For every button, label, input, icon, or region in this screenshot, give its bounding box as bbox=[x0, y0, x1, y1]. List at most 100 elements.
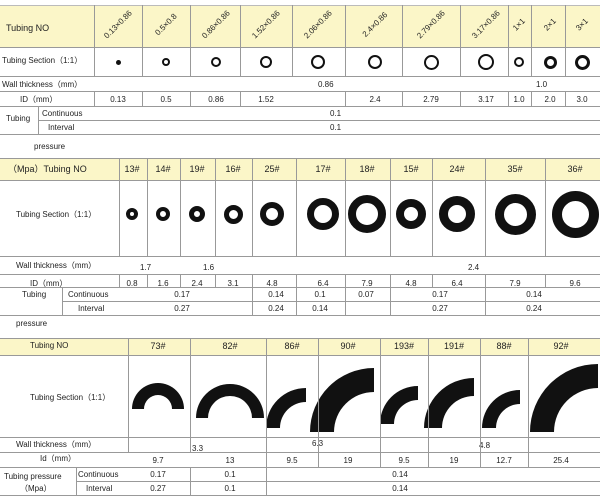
t3-id-6: 12.7 bbox=[496, 456, 512, 465]
t2-header-label: （Mpa）Tubing NO bbox=[8, 164, 87, 174]
t1-tube-section-7 bbox=[478, 54, 494, 70]
t3-no-6: 88# bbox=[496, 341, 512, 351]
t1-tube-section-3 bbox=[260, 56, 272, 68]
t1-interval-value: 0.1 bbox=[330, 123, 342, 132]
t2-cont-1: 0.14 bbox=[268, 290, 284, 299]
t3-wall-label: Wall thickness（mm） bbox=[16, 440, 97, 449]
t1-wall-label: Wall thickness（mm） bbox=[2, 80, 83, 89]
t2-tube-section-6 bbox=[348, 195, 386, 233]
t2-wall-value-b: 1.6 bbox=[203, 263, 215, 272]
t2-tube-section-7 bbox=[396, 199, 426, 229]
t3-no-2: 86# bbox=[284, 341, 300, 351]
t2-int-0: 0.27 bbox=[174, 304, 190, 313]
t2-continuous-label: Continuous bbox=[68, 290, 109, 299]
t2-int-1: 0.24 bbox=[268, 304, 284, 313]
t1-tube-section-0 bbox=[115, 59, 121, 65]
t2-tube-section-4 bbox=[260, 202, 284, 226]
t3-id-1: 13 bbox=[225, 456, 235, 465]
t2-no-10: 36# bbox=[567, 164, 583, 174]
t3-no-1: 82# bbox=[222, 341, 238, 351]
t3-arc-193 bbox=[380, 386, 418, 424]
t3-no-7: 92# bbox=[553, 341, 569, 351]
t2-cont-5: 0.14 bbox=[526, 290, 542, 299]
t3-arc-88 bbox=[482, 390, 520, 428]
t3-arc-82 bbox=[196, 384, 264, 418]
t3-no-0: 73# bbox=[150, 341, 166, 351]
t2-int-4: 0.24 bbox=[526, 304, 542, 313]
t2-wall-value-c: 2.4 bbox=[468, 263, 480, 272]
t1-id-5: 2.4 bbox=[369, 95, 381, 104]
t1-continuous-value: 0.1 bbox=[330, 109, 342, 118]
t3-id-3: 19 bbox=[343, 456, 353, 465]
t2-tubing-label: Tubing bbox=[22, 290, 47, 299]
t1-id-1: 0.5 bbox=[160, 95, 172, 104]
t1-id-2: 0.86 bbox=[208, 95, 224, 104]
t3-int-1: 0.1 bbox=[224, 484, 236, 493]
t2-pressure-label: pressure bbox=[16, 319, 48, 328]
t3-tube-sections bbox=[132, 364, 598, 432]
t2-int-3: 0.27 bbox=[432, 304, 448, 313]
t1-interval-label: Interval bbox=[48, 123, 75, 132]
t1-id-0: 0.13 bbox=[110, 95, 126, 104]
t3-no-3: 90# bbox=[340, 341, 356, 351]
t2-no-0: 13# bbox=[124, 164, 140, 174]
t3-id-5: 19 bbox=[449, 456, 459, 465]
t1-id-10: 3.0 bbox=[576, 95, 588, 104]
t1-tubing-no-label: Tubing NO bbox=[6, 23, 50, 33]
t2-tube-section-3 bbox=[223, 204, 243, 224]
t3-no-4: 193# bbox=[393, 341, 415, 351]
t2-no-2: 19# bbox=[189, 164, 205, 174]
t2-cont-3: 0.07 bbox=[358, 290, 374, 299]
t1-id-6: 2.79 bbox=[423, 95, 439, 104]
t3-arc-92 bbox=[530, 364, 598, 432]
t1-tube-section-8 bbox=[514, 57, 524, 67]
t1-wall-value-b: 1.0 bbox=[536, 80, 548, 89]
t2-no-1: 14# bbox=[155, 164, 171, 174]
t2-no-3: 16# bbox=[225, 164, 241, 174]
t2-no-9: 35# bbox=[507, 164, 523, 174]
t3-continuous-label: Continuous bbox=[78, 470, 119, 479]
t1-tube-section-1 bbox=[162, 58, 170, 66]
t1-tube-section-9 bbox=[543, 55, 557, 69]
t3-id-label: Id（mm） bbox=[40, 454, 76, 463]
t2-tube-section-2 bbox=[189, 206, 205, 222]
t3-section-label: Tubing Section（1:1） bbox=[30, 393, 111, 402]
t2-no-8: 24# bbox=[449, 164, 465, 174]
t3-tubing-no-label: Tubing NO bbox=[30, 341, 69, 350]
t3-arc-86 bbox=[266, 388, 306, 428]
t1-id-label: ID（mm） bbox=[20, 95, 58, 104]
t2-interval-label: Interval bbox=[78, 304, 105, 313]
t1-id-3: 1.52 bbox=[258, 95, 274, 104]
t3-interval-label: Interval bbox=[86, 484, 113, 493]
t1-tubing-label: Tubing bbox=[6, 114, 31, 123]
t2-tube-section-9 bbox=[494, 193, 536, 235]
t2-cont-2: 0.1 bbox=[314, 290, 326, 299]
t1-tube-section-2 bbox=[211, 57, 221, 67]
t3-arc-191 bbox=[424, 378, 474, 428]
t3-id-4: 9.5 bbox=[398, 456, 410, 465]
t2-tube-section-8 bbox=[439, 196, 475, 232]
t2-section-label: Tubing Section（1:1） bbox=[16, 210, 97, 219]
t3-id-2: 9.5 bbox=[286, 456, 298, 465]
t1-pressure-label: pressure bbox=[34, 142, 66, 151]
t1-tube-section-6 bbox=[423, 54, 439, 70]
t2-wall-label: Wall thickness（mm） bbox=[16, 261, 97, 270]
t1-wall-value-a: 0.86 bbox=[318, 80, 334, 89]
t3-int-0: 0.27 bbox=[150, 484, 166, 493]
t3-mpa-label: （Mpa） bbox=[20, 484, 52, 493]
t3-int-2: 0.14 bbox=[392, 484, 408, 493]
t1-tube-section-4 bbox=[311, 55, 325, 69]
t1-tube-section-10 bbox=[574, 54, 590, 70]
t2-cont-0: 0.17 bbox=[174, 290, 190, 299]
t3-id-7: 25.4 bbox=[553, 456, 569, 465]
t2-tube-section-0 bbox=[126, 208, 138, 220]
t2-no-4: 25# bbox=[264, 164, 280, 174]
t3-arc-73 bbox=[132, 383, 184, 409]
t3-cont-2: 0.14 bbox=[392, 470, 408, 479]
t3-arc-90 bbox=[310, 368, 374, 432]
t2-no-5: 17# bbox=[315, 164, 331, 174]
t2-no-6: 18# bbox=[359, 164, 375, 174]
t1-continuous-label: Continuous bbox=[42, 109, 83, 118]
t2-no-7: 15# bbox=[403, 164, 419, 174]
t1-tube-section-5 bbox=[368, 55, 382, 69]
